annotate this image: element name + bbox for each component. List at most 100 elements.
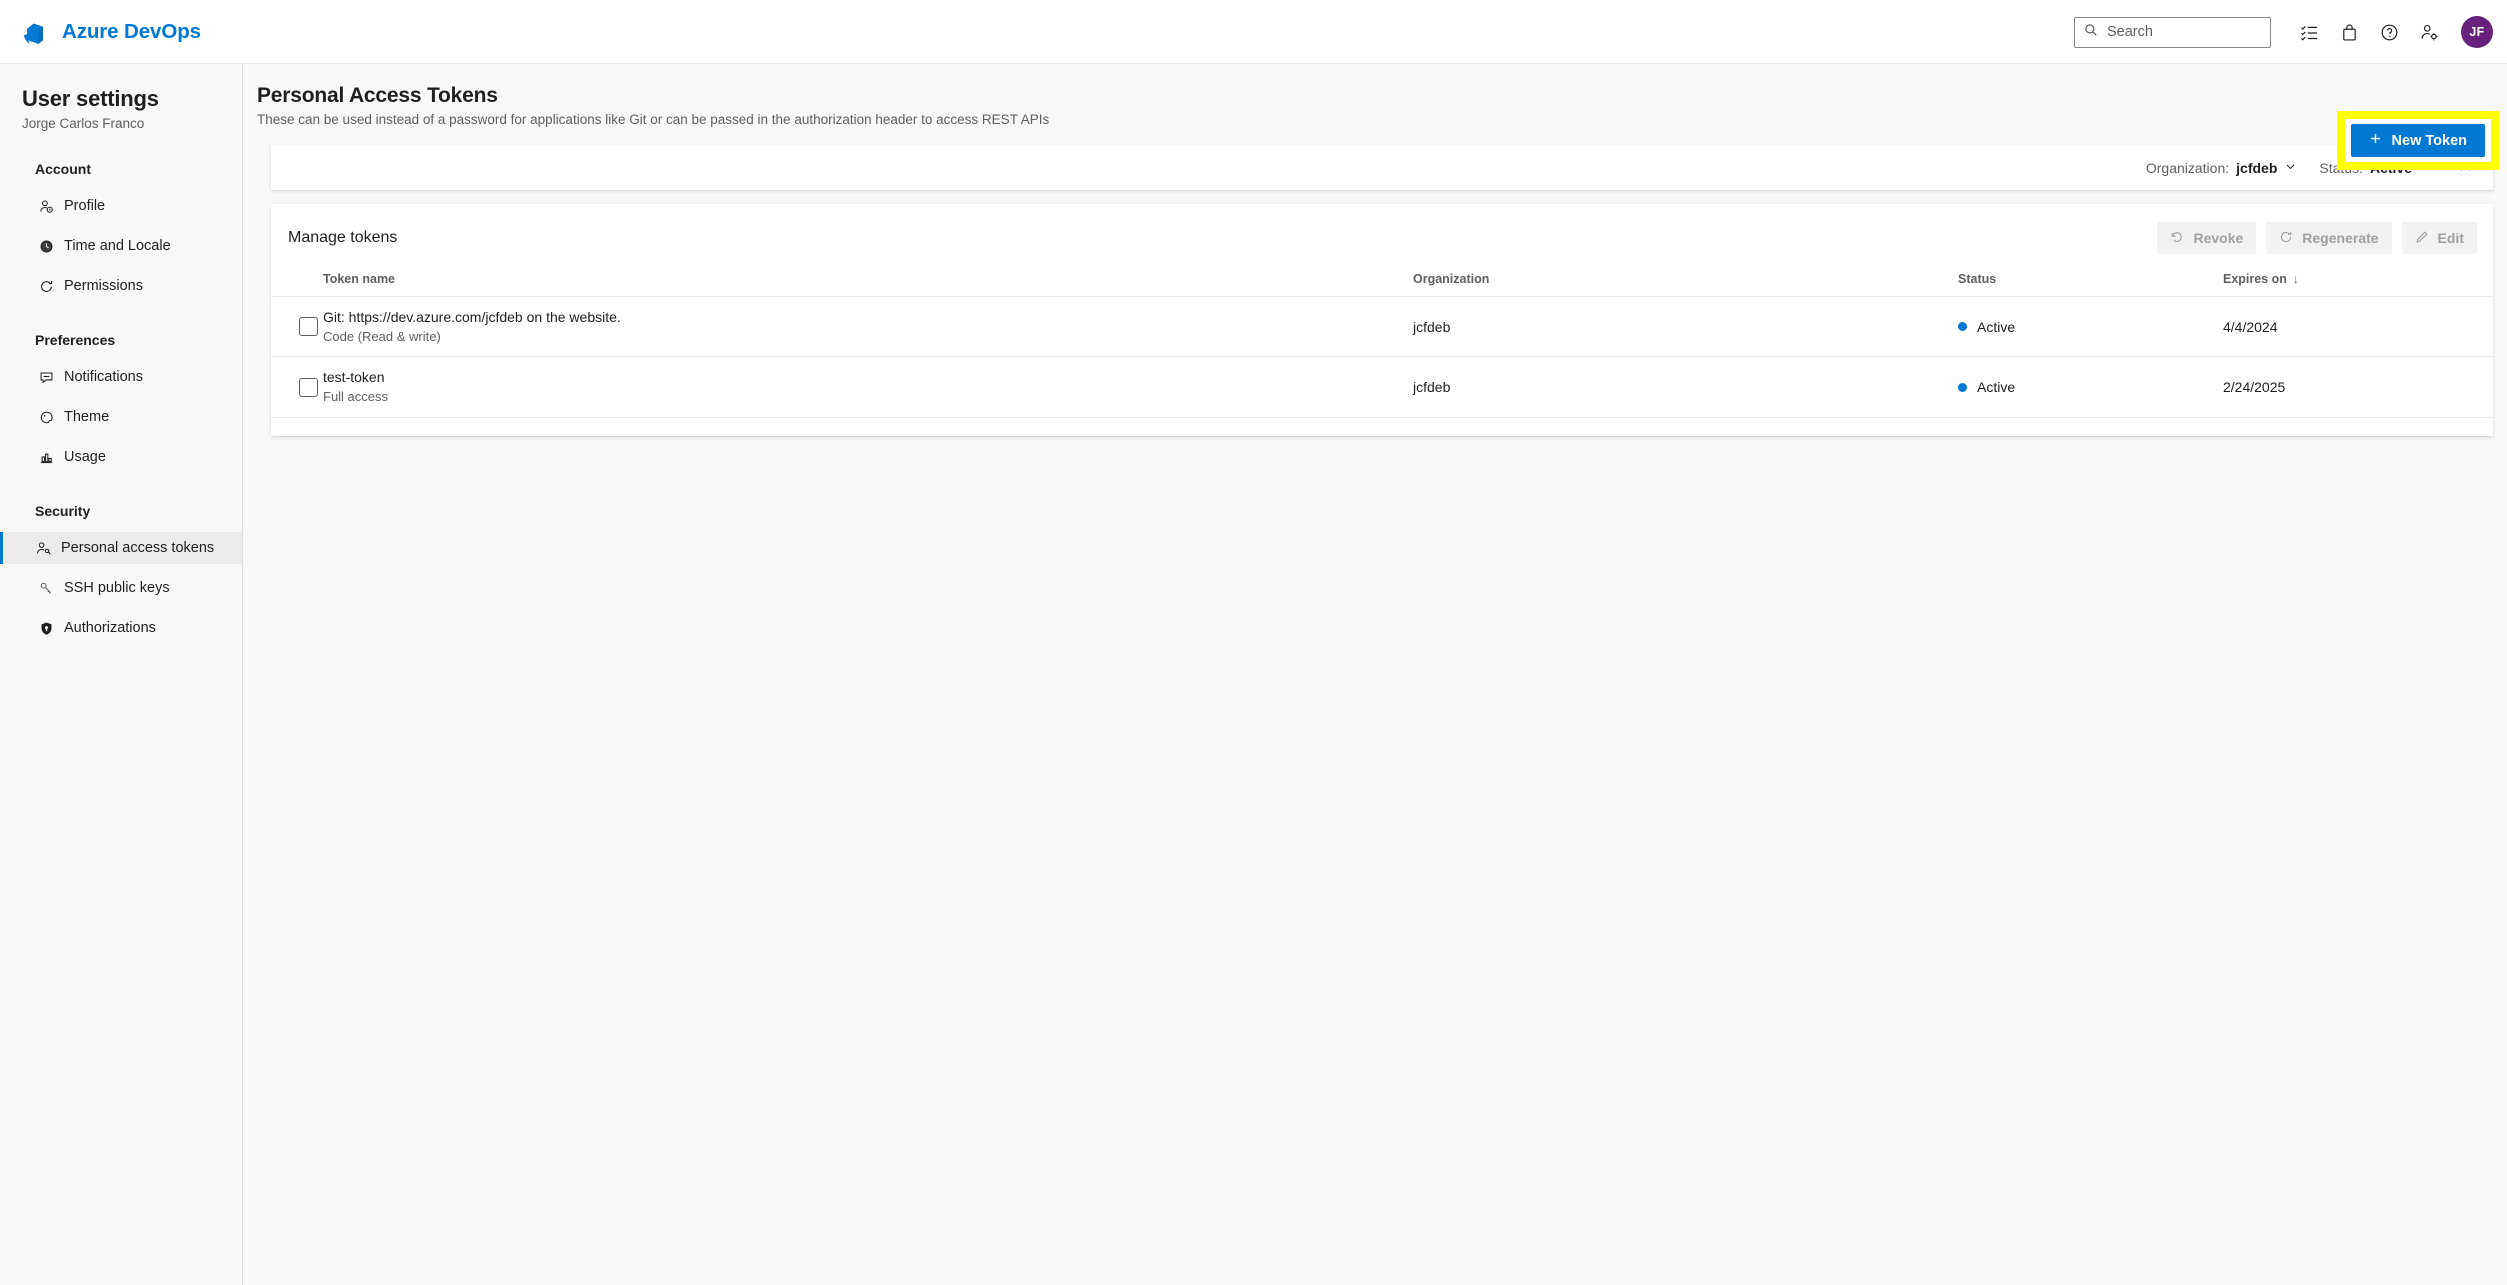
- column-header-organization[interactable]: Organization: [1413, 272, 1958, 297]
- person-icon: [38, 198, 54, 214]
- sidebar-item-label: Personal access tokens: [61, 540, 215, 556]
- sidebar-user-name: Jorge Carlos Franco: [22, 116, 145, 131]
- sidebar-group-account: Account Profile Time and Locale Permissi…: [0, 161, 242, 302]
- sidebar-item-label: Usage: [64, 449, 106, 465]
- sidebar-item-theme[interactable]: Theme: [0, 401, 242, 433]
- sidebar-item-notifications[interactable]: Notifications: [0, 361, 242, 393]
- regenerate-label: Regenerate: [2302, 230, 2379, 246]
- manage-tokens-panel: Manage tokens Revoke Regenerate Edit Tok…: [271, 204, 2493, 436]
- revoke-button[interactable]: Revoke: [2157, 222, 2257, 254]
- sidebar-title: User settings: [22, 86, 159, 111]
- status-dot-icon: [1958, 322, 1967, 332]
- refresh-icon: [2279, 230, 2293, 247]
- regenerate-button[interactable]: Regenerate: [2266, 222, 2392, 254]
- sidebar-item-label: SSH public keys: [64, 580, 170, 596]
- new-token-highlight-inner: New Token: [2344, 119, 2491, 162]
- page-header: Personal Access Tokens These can be used…: [243, 64, 2507, 170]
- column-header-expires-on[interactable]: Expires on ↓: [2223, 272, 2493, 297]
- palette-icon: [38, 409, 54, 425]
- sidebar-group-heading: Account: [35, 161, 91, 177]
- new-token-label: New Token: [2391, 132, 2467, 149]
- sidebar-item-ssh-public-keys[interactable]: SSH public keys: [0, 572, 242, 604]
- avatar[interactable]: JF: [2461, 16, 2493, 48]
- select-all-header: [271, 272, 323, 297]
- sidebar-item-usage[interactable]: Usage: [0, 441, 242, 473]
- status-dot-icon: [1958, 382, 1967, 392]
- body-wrapper: User settings Jorge Carlos Franco Accoun…: [0, 64, 2507, 1285]
- top-bar: Azure DevOps Search JF: [0, 0, 2507, 64]
- manage-tokens-title: Manage tokens: [288, 229, 398, 246]
- token-expires-on: 2/24/2025: [2223, 356, 2493, 418]
- main-content: Personal Access Tokens These can be used…: [243, 64, 2507, 1285]
- sidebar-item-label: Notifications: [64, 369, 143, 385]
- sidebar-item-personal-access-tokens[interactable]: Personal access tokens: [0, 532, 242, 564]
- sidebar-item-label: Permissions: [64, 278, 143, 294]
- token-status-cell: Active: [1958, 296, 2223, 358]
- table-header-row: Token name Organization Status Expires o…: [271, 272, 2493, 297]
- sidebar-group-heading: Security: [35, 503, 91, 519]
- brand-home-link[interactable]: Azure DevOps: [0, 19, 201, 45]
- sidebar-item-label: Profile: [64, 198, 106, 214]
- row-select-cell: [271, 356, 323, 418]
- sidebar-item-time-and-locale[interactable]: Time and Locale: [0, 230, 242, 262]
- token-name: Git: https://dev.azure.com/jcfdeb on the…: [323, 309, 621, 325]
- checklist-icon[interactable]: [2289, 12, 2329, 52]
- chevron-down-icon: [2284, 160, 2297, 176]
- plus-icon: [2369, 132, 2382, 149]
- token-name-cell: test-token Full access: [323, 356, 1413, 418]
- status-badge: Active: [1977, 379, 2016, 396]
- token-organization: jcfdeb: [1413, 296, 1958, 358]
- edit-label: Edit: [2437, 230, 2464, 246]
- row-checkbox[interactable]: [299, 377, 318, 397]
- pencil-icon: [2415, 230, 2429, 247]
- tokens-table-body: Git: https://dev.azure.com/jcfdeb on the…: [271, 296, 2493, 418]
- filter-bar: Organization: jcfdeb Status: Active: [271, 145, 2493, 190]
- token-name-cell: Git: https://dev.azure.com/jcfdeb on the…: [323, 296, 1413, 358]
- manage-tokens-header: Manage tokens Revoke Regenerate Edit: [271, 222, 2493, 254]
- bar-chart-icon: [38, 449, 54, 465]
- row-select-cell: [271, 296, 323, 358]
- revoke-label: Revoke: [2193, 230, 2244, 246]
- tokens-table-header: Token name Organization Status Expires o…: [271, 272, 2493, 297]
- token-expires-on: 4/4/2024: [2223, 296, 2493, 358]
- comment-icon: [38, 369, 54, 385]
- sidebar-item-label: Authorizations: [64, 620, 156, 636]
- search-icon: [2084, 23, 2098, 42]
- organization-filter-value: jcfdeb: [2236, 159, 2278, 176]
- sidebar-item-label: Time and Locale: [64, 238, 171, 254]
- marketplace-bag-icon[interactable]: [2329, 12, 2369, 52]
- organization-filter-dropdown[interactable]: Organization: jcfdeb: [2146, 160, 2298, 176]
- user-settings-gear-icon[interactable]: [2409, 12, 2449, 52]
- search-placeholder: Search: [2107, 24, 2153, 40]
- help-icon[interactable]: [2369, 12, 2409, 52]
- key-person-icon: [35, 540, 51, 556]
- column-header-status[interactable]: Status: [1958, 272, 2223, 297]
- column-header-token-name[interactable]: Token name: [323, 272, 1413, 297]
- edit-button[interactable]: Edit: [2401, 222, 2477, 254]
- token-actions-toolbar: Revoke Regenerate Edit: [2157, 222, 2477, 254]
- sidebar-item-authorizations[interactable]: Authorizations: [0, 612, 242, 644]
- token-status-cell: Active: [1958, 356, 2223, 418]
- new-token-button[interactable]: New Token: [2350, 124, 2485, 157]
- sidebar-item-profile[interactable]: Profile: [0, 190, 242, 222]
- azure-devops-logo-icon: [22, 19, 48, 45]
- sidebar-group-preferences: Preferences Notifications Theme Usage: [0, 332, 242, 473]
- table-row[interactable]: Git: https://dev.azure.com/jcfdeb on the…: [271, 296, 2493, 358]
- shield-lock-icon: [38, 620, 54, 636]
- clock-icon: [38, 238, 54, 254]
- page-description: These can be used instead of a password …: [257, 112, 1050, 127]
- top-bar-actions: Search JF: [2074, 0, 2493, 64]
- new-token-highlight: New Token: [2336, 111, 2499, 170]
- table-row[interactable]: test-token Full access jcfdeb Active 2/2…: [271, 356, 2493, 418]
- undo-icon: [2170, 230, 2184, 247]
- search-input[interactable]: Search: [2074, 16, 2271, 48]
- sidebar-item-permissions[interactable]: Permissions: [0, 270, 242, 302]
- sort-descending-icon: ↓: [2292, 272, 2299, 286]
- tokens-table: Token name Organization Status Expires o…: [271, 272, 2493, 418]
- sidebar-item-label: Theme: [64, 409, 110, 425]
- column-header-expires-on-label: Expires on: [2223, 272, 2287, 286]
- sidebar-group-heading: Preferences: [35, 332, 116, 348]
- token-name: test-token: [323, 369, 385, 386]
- row-checkbox[interactable]: [299, 317, 318, 337]
- page-title: Personal Access Tokens: [257, 84, 498, 107]
